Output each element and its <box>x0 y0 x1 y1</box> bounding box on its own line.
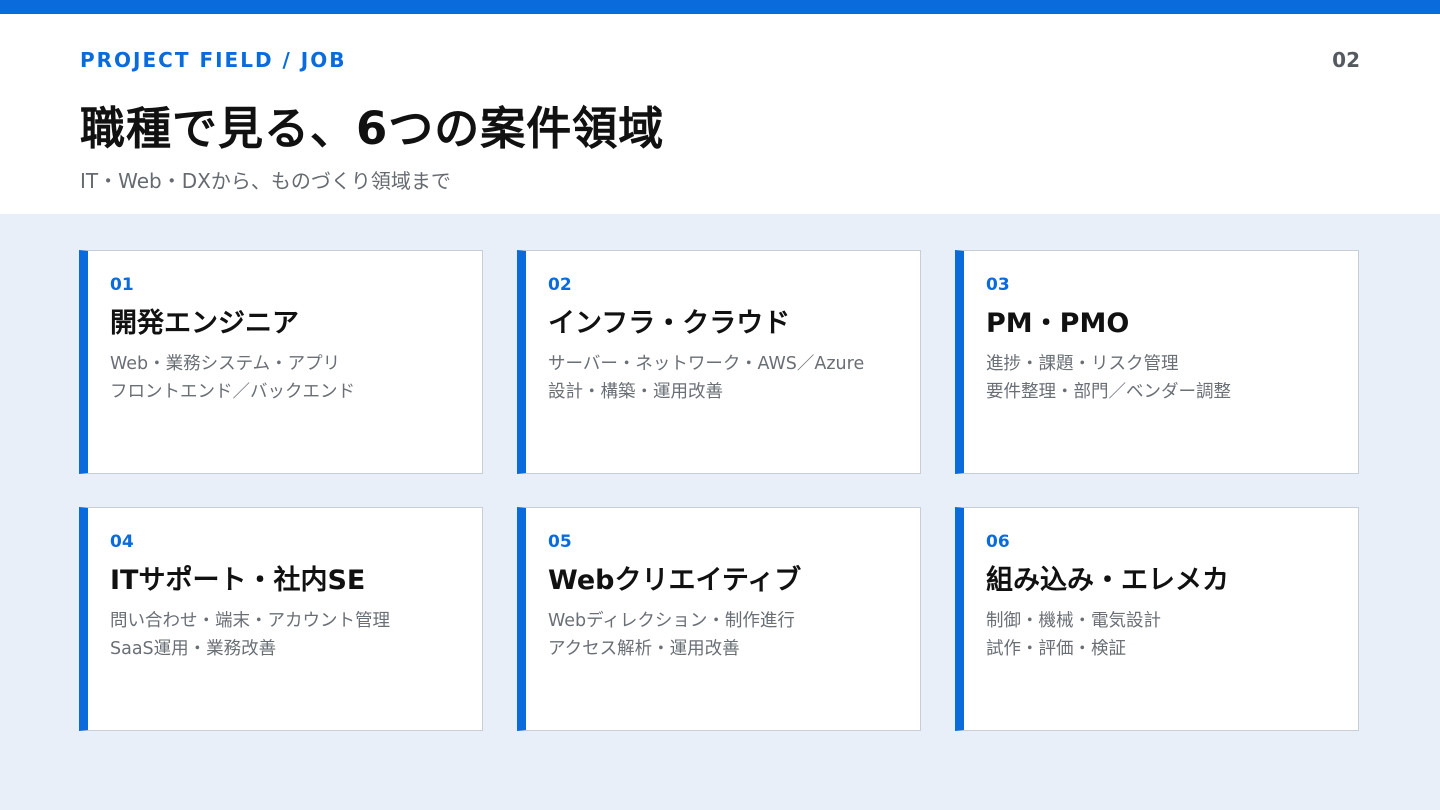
card-number: 05 <box>548 532 572 552</box>
card-number: 04 <box>110 532 134 552</box>
card-title: 組み込み・エレメカ <box>986 565 1229 596</box>
card-description-line: 設計・構築・運用改善 <box>548 382 723 402</box>
card-title: ITサポート・社内SE <box>110 565 366 596</box>
page-title: 職種で見る、6つの案件領域 <box>80 102 665 155</box>
card-description-line: SaaS運用・業務改善 <box>110 639 277 659</box>
job-card-infrastructure-cloud: 02 インフラ・クラウド サーバー・ネットワーク・AWS／Azure 設計・構築… <box>517 250 921 474</box>
card-title: PM・PMO <box>986 308 1130 339</box>
job-card-web-creative: 05 Webクリエイティブ Webディレクション・制作進行 アクセス解析・運用改… <box>517 507 921 731</box>
job-card-it-support-internal-se: 04 ITサポート・社内SE 問い合わせ・端末・アカウント管理 SaaS運用・業… <box>79 507 483 731</box>
card-number: 06 <box>986 532 1010 552</box>
card-description-line: Web・業務システム・アプリ <box>110 354 341 374</box>
card-title: インフラ・クラウド <box>548 308 791 339</box>
card-title: Webクリエイティブ <box>548 565 802 596</box>
card-description-line: 要件整理・部門／ベンダー調整 <box>986 382 1231 402</box>
job-card-development-engineer: 01 開発エンジニア Web・業務システム・アプリ フロントエンド／バックエンド <box>79 250 483 474</box>
top-accent-bar <box>0 0 1440 14</box>
header: PROJECT FIELD / JOB 02 職種で見る、6つの案件領域 IT・… <box>0 14 1440 214</box>
card-description-line: サーバー・ネットワーク・AWS／Azure <box>548 354 865 374</box>
job-card-pm-pmo: 03 PM・PMO 進捗・課題・リスク管理 要件整理・部門／ベンダー調整 <box>955 250 1359 474</box>
card-description-line: フロントエンド／バックエンド <box>110 382 355 402</box>
card-description-line: 問い合わせ・端末・アカウント管理 <box>110 611 390 631</box>
slide: PROJECT FIELD / JOB 02 職種で見る、6つの案件領域 IT・… <box>0 0 1440 810</box>
card-number: 03 <box>986 275 1010 295</box>
card-number: 02 <box>548 275 572 295</box>
card-description-line: Webディレクション・制作進行 <box>548 611 795 631</box>
card-description-line: 制御・機械・電気設計 <box>986 611 1161 631</box>
job-card-embedded-elemeca: 06 組み込み・エレメカ 制御・機械・電気設計 試作・評価・検証 <box>955 507 1359 731</box>
card-number: 01 <box>110 275 134 295</box>
card-description-line: アクセス解析・運用改善 <box>548 639 740 659</box>
card-title: 開発エンジニア <box>110 308 299 339</box>
job-field-grid: 01 開発エンジニア Web・業務システム・アプリ フロントエンド／バックエンド… <box>0 214 1440 810</box>
page-subtitle: IT・Web・DXから、ものづくり領域まで <box>80 169 451 193</box>
page-number: 02 <box>1332 48 1360 72</box>
card-description-line: 試作・評価・検証 <box>986 639 1126 659</box>
section-eyebrow: PROJECT FIELD / JOB <box>80 48 347 72</box>
card-description-line: 進捗・課題・リスク管理 <box>986 354 1179 374</box>
